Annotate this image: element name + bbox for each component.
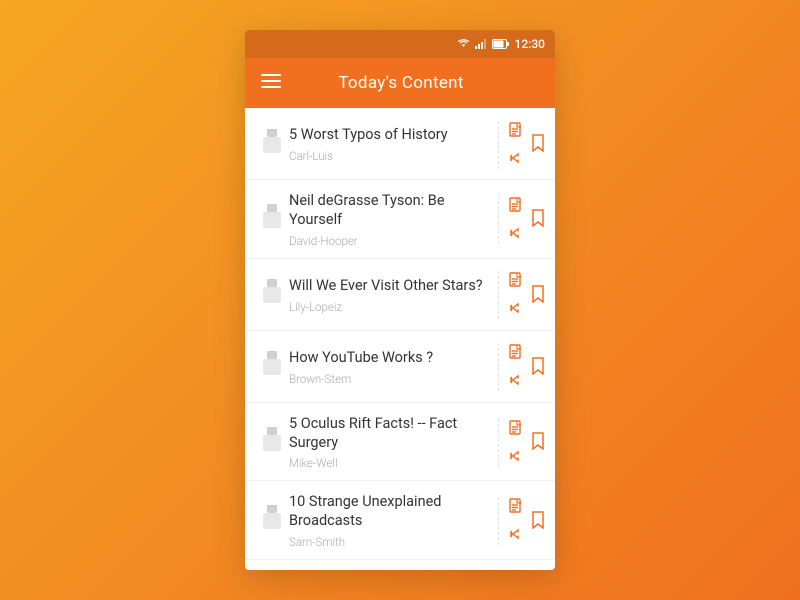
tape-decoration	[261, 351, 283, 383]
app-bar-title: Today's Content	[297, 73, 505, 93]
doc-button[interactable]	[507, 342, 525, 365]
item-title: 5 Oculus Rift Facts! -- Fact Surgery	[289, 415, 490, 453]
bookmark-button[interactable]	[531, 357, 545, 378]
share-button[interactable]	[507, 525, 525, 546]
share-button[interactable]	[507, 149, 525, 170]
item-author: Mike-Well	[289, 456, 490, 470]
tape-decoration	[261, 505, 283, 537]
tape-icon	[263, 351, 281, 383]
tape-decoration	[261, 427, 283, 459]
bookmark-button[interactable]	[531, 432, 545, 453]
item-doc-share-actions	[498, 343, 525, 391]
bookmark-button[interactable]	[531, 511, 545, 532]
item-author: Sam-Smith	[289, 535, 490, 549]
list-item[interactable]: 5 Worst Typos of History Carl-Luis	[245, 108, 555, 180]
doc-button[interactable]	[507, 120, 525, 143]
item-doc-share-actions	[498, 196, 525, 244]
share-button[interactable]	[507, 371, 525, 392]
item-title: 10 Strange Unexplained Broadcasts	[289, 493, 490, 531]
item-title: How YouTube Works ?	[289, 349, 490, 368]
item-doc-share-actions	[498, 419, 525, 467]
item-actions-group	[490, 419, 545, 467]
phone-frame: 12:30 Today's Content 5 Worst Typos of H…	[245, 30, 555, 570]
doc-button[interactable]	[507, 195, 525, 218]
bookmark-button[interactable]	[531, 209, 545, 230]
item-content: 5 Oculus Rift Facts! -- Fact Surgery Mik…	[289, 415, 490, 471]
item-content: 5 Worst Typos of History Carl-Luis	[289, 126, 490, 163]
app-bar: Today's Content	[245, 58, 555, 108]
tape-icon	[263, 129, 281, 161]
bookmark-button[interactable]	[531, 285, 545, 306]
hamburger-menu[interactable]	[261, 74, 281, 92]
item-title: Will We Ever Visit Other Stars?	[289, 277, 490, 296]
tape-icon	[263, 204, 281, 236]
item-author: Lily-Lopeiz	[289, 300, 490, 314]
list-item[interactable]: Will We Ever Visit Other Stars? Lily-Lop…	[245, 259, 555, 331]
status-bar: 12:30	[245, 30, 555, 58]
item-actions-group	[490, 196, 545, 244]
tape-icon	[263, 505, 281, 537]
bookmark-button[interactable]	[531, 134, 545, 155]
doc-button[interactable]	[507, 270, 525, 293]
doc-button[interactable]	[507, 418, 525, 441]
item-doc-share-actions	[498, 497, 525, 545]
battery-icon	[492, 39, 510, 49]
tape-decoration	[261, 279, 283, 311]
tape-icon	[263, 427, 281, 459]
share-button[interactable]	[507, 447, 525, 468]
item-content: How YouTube Works ? Brown-Stem	[289, 349, 490, 386]
item-author: Brown-Stem	[289, 372, 490, 386]
item-actions-group	[490, 121, 545, 169]
wifi-icon	[457, 39, 470, 49]
share-button[interactable]	[507, 224, 525, 245]
doc-button[interactable]	[507, 496, 525, 519]
item-content: 10 Strange Unexplained Broadcasts Sam-Sm…	[289, 493, 490, 549]
item-actions-group	[490, 271, 545, 319]
tape-icon	[263, 279, 281, 311]
item-actions-group	[490, 343, 545, 391]
item-content: Neil deGrasse Tyson: Be Yourself David-H…	[289, 192, 490, 248]
content-list: 5 Worst Typos of History Carl-Luis	[245, 108, 555, 570]
item-doc-share-actions	[498, 121, 525, 169]
tape-decoration	[261, 129, 283, 161]
list-item[interactable]: 5 Oculus Rift Facts! -- Fact Surgery Mik…	[245, 403, 555, 482]
item-author: David-Hooper	[289, 234, 490, 248]
item-title: Neil deGrasse Tyson: Be Yourself	[289, 192, 490, 230]
item-title: 5 Worst Typos of History	[289, 126, 490, 145]
list-item[interactable]: Neil deGrasse Tyson: Be Yourself David-H…	[245, 180, 555, 259]
item-doc-share-actions	[498, 271, 525, 319]
status-time: 12:30	[515, 37, 545, 51]
item-content: Will We Ever Visit Other Stars? Lily-Lop…	[289, 277, 490, 314]
item-author: Carl-Luis	[289, 149, 490, 163]
status-icons: 12:30	[457, 37, 545, 51]
list-item[interactable]: On the Ownership of Ideas William-Burg	[245, 560, 555, 570]
item-actions-group	[490, 497, 545, 545]
signal-icon	[475, 39, 487, 49]
list-item[interactable]: 10 Strange Unexplained Broadcasts Sam-Sm…	[245, 481, 555, 560]
list-item[interactable]: How YouTube Works ? Brown-Stem	[245, 331, 555, 403]
share-button[interactable]	[507, 299, 525, 320]
tape-decoration	[261, 204, 283, 236]
